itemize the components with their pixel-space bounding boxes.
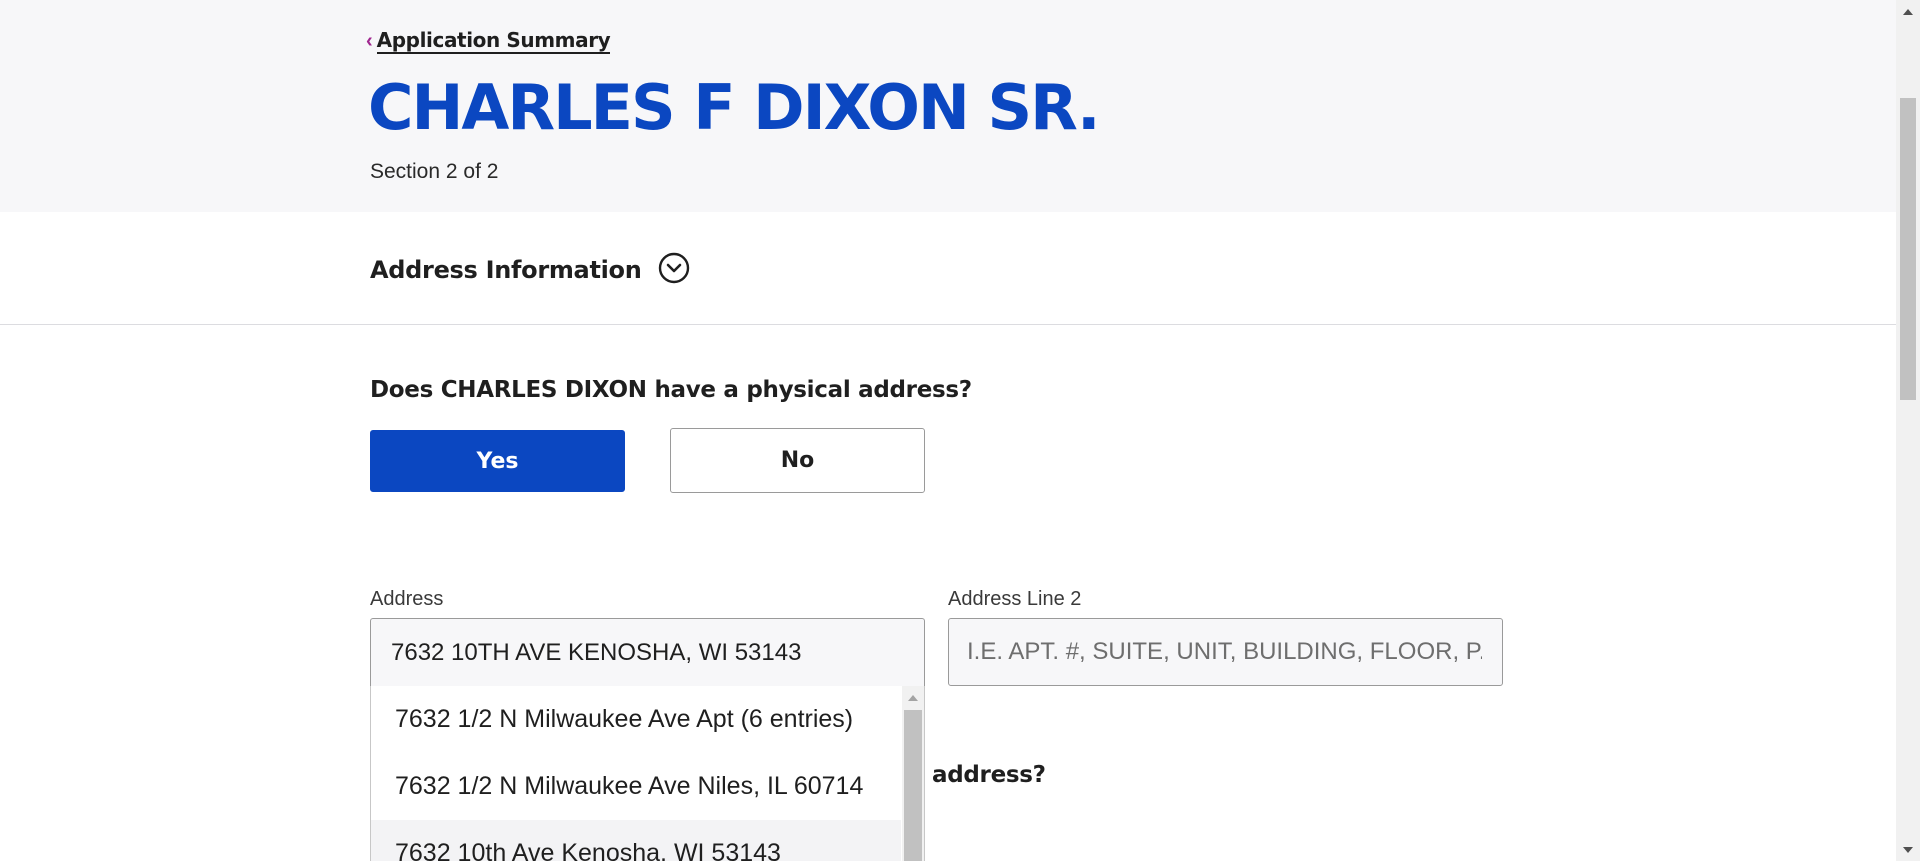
dropdown-scrollbar[interactable] [902,686,924,861]
address-information-accordion[interactable]: Address Information [0,212,1896,325]
back-link-label: Application Summary [376,28,611,54]
page: ‹ Application Summary CHARLES F DIXON SR… [0,0,1896,861]
address-input[interactable] [370,618,925,686]
dropdown-scrollbar-thumb[interactable] [904,710,922,861]
scroll-down-arrow-icon[interactable] [1903,847,1913,853]
physical-address-question: Does CHARLES DIXON have a physical addre… [370,377,972,403]
address-line2-input[interactable] [948,618,1503,686]
chevron-left-icon: ‹ [366,30,373,52]
address-suggestions-dropdown[interactable]: 7632 1/2 N Milwaukee Ave Apt (6 entries)… [370,686,925,861]
page-scrollbar-thumb[interactable] [1900,98,1916,400]
back-link[interactable]: ‹ Application Summary [366,28,611,54]
scroll-up-arrow-icon[interactable] [908,695,918,701]
accordion-title: Address Information [370,256,642,284]
section-progress: Section 2 of 2 [370,160,499,183]
chevron-down-circle-icon[interactable] [658,252,690,284]
suggestion-option[interactable]: 7632 1/2 N Milwaukee Ave Apt (6 entries) [371,686,901,753]
no-button[interactable]: No [670,428,925,493]
scroll-up-arrow-icon[interactable] [1903,9,1913,15]
yes-button[interactable]: Yes [370,430,625,492]
page-header: ‹ Application Summary CHARLES F DIXON SR… [0,0,1896,213]
address-line2-label: Address Line 2 [948,588,1082,610]
second-question-text: address? [932,762,1046,788]
page-scrollbar[interactable] [1896,0,1920,861]
address-label: Address [370,588,444,610]
suggestion-option-highlighted[interactable]: 7632 10th Ave Kenosha, WI 53143 [371,820,901,861]
suggestion-option[interactable]: 7632 1/2 N Milwaukee Ave Niles, IL 60714 [371,753,901,820]
page-title: CHARLES F DIXON SR. [368,71,1101,144]
